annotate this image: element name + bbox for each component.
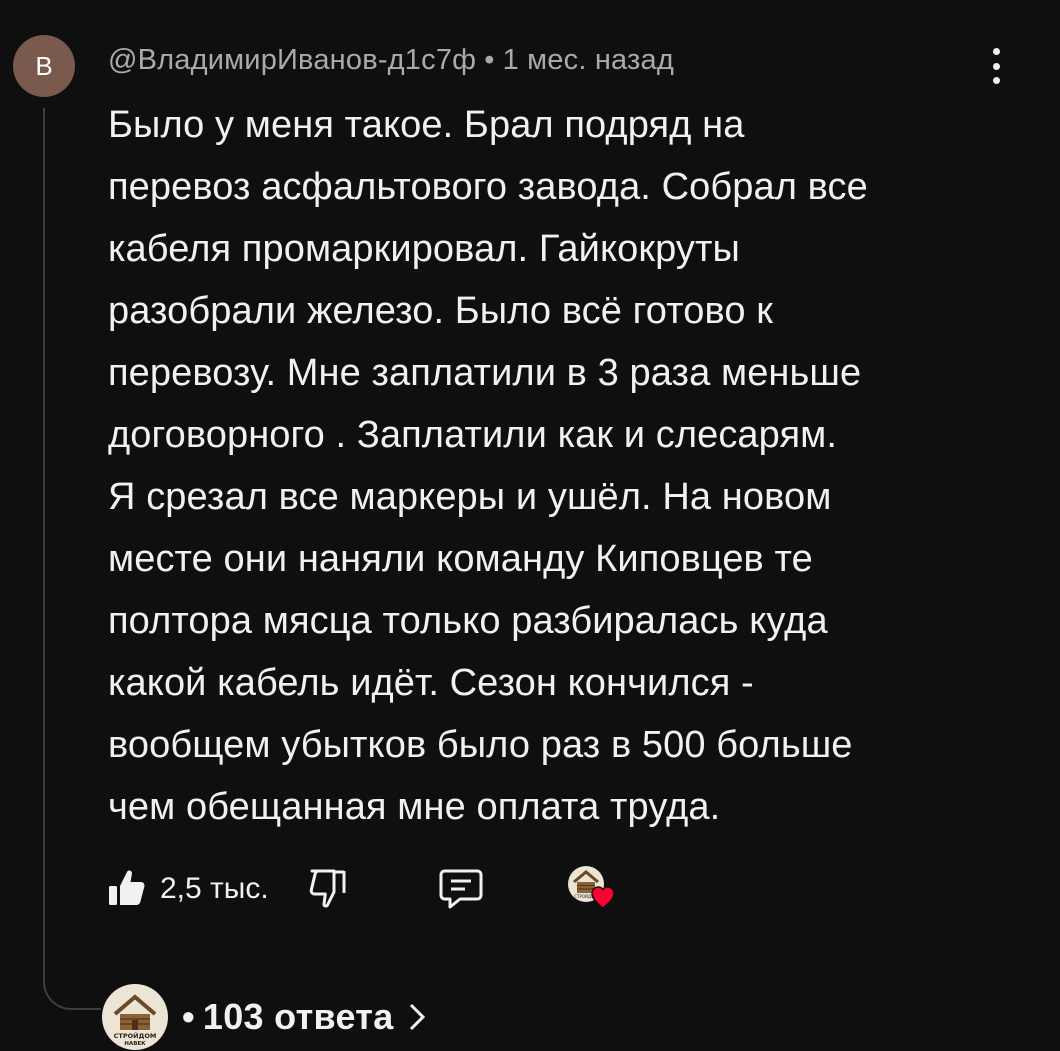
dislike-button[interactable]	[308, 867, 348, 914]
comment-screen: В @ВладимирИванов-д1с7ф • 1 мес. назад Был…	[0, 0, 1060, 1051]
author-handle[interactable]: @ВладимирИванов-д1с7ф	[108, 44, 476, 76]
creator-logo-line2: НАВЕК	[124, 1041, 146, 1047]
reply-button[interactable]	[438, 868, 484, 915]
meta-separator: •	[484, 44, 495, 76]
like-button[interactable]: 2,5 тыс.	[108, 862, 269, 916]
more-vert-icon[interactable]	[978, 46, 1014, 86]
creator-logo-line1: СТРОЙДОМ	[114, 1031, 157, 1040]
author-avatar[interactable]: В	[13, 35, 75, 97]
creator-avatar: СТРОЙДОМ НАВЕК	[102, 984, 168, 1050]
replies-dot: •	[182, 996, 195, 1037]
reply-comment-icon	[438, 869, 484, 914]
view-replies-button[interactable]: СТРОЙДОМ НАВЕК • 103 ответа	[102, 984, 426, 1050]
creator-heart-icon	[590, 884, 616, 910]
thumb-down-icon	[308, 869, 348, 913]
comment-time[interactable]: 1 мес. назад	[503, 44, 674, 76]
creator-heart: СТРОЙДОМ	[568, 866, 618, 914]
replies-label: • 103 ответа	[182, 996, 394, 1038]
like-count: 2,5 тыс.	[160, 872, 269, 905]
chevron-right-icon	[408, 1002, 426, 1032]
thread-line	[43, 108, 101, 1010]
avatar-letter: В	[35, 50, 53, 81]
thumb-up-icon	[108, 867, 146, 912]
replies-count: 103 ответа	[202, 996, 394, 1037]
comment-meta: @ВладимирИванов-д1с7ф • 1 мес. назад	[108, 44, 674, 77]
comment-text: Было у меня такое. Брал подряд на перево…	[108, 104, 868, 828]
comment-actions: 2,5 тыс. СТРОЙДОМ	[108, 862, 668, 916]
